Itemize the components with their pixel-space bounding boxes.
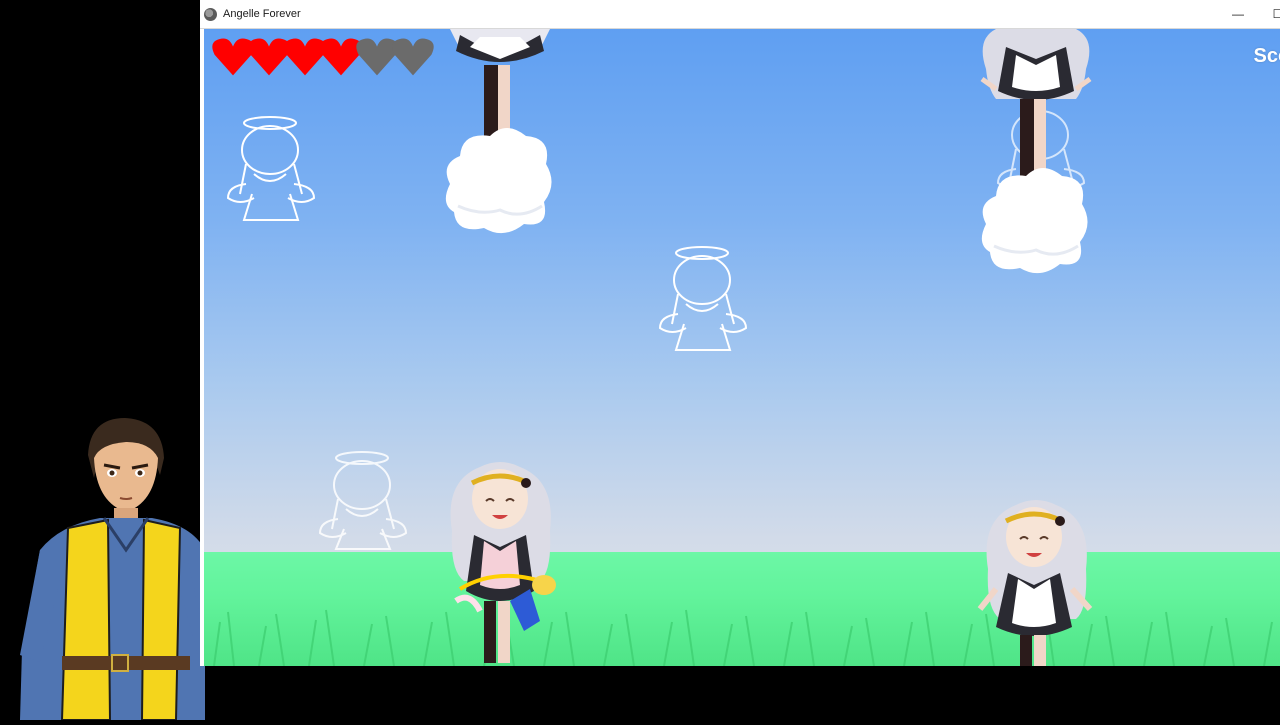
player-sprite[interactable] bbox=[440, 461, 566, 666]
ghost-angel-icon bbox=[318, 451, 408, 550]
grass-ground bbox=[204, 552, 1280, 666]
maid-angel-sprite bbox=[977, 500, 1093, 666]
score-label: Scor bbox=[1253, 45, 1280, 67]
heart-empty-icon bbox=[392, 38, 434, 76]
window-title: Angelle Forever bbox=[223, 8, 301, 20]
maximize-button[interactable]: ☐ bbox=[1258, 0, 1280, 28]
app-icon bbox=[204, 7, 217, 21]
cloud-sprite bbox=[445, 128, 552, 234]
streamer-avatar bbox=[0, 400, 205, 721]
letterbox-bar bbox=[205, 666, 1280, 720]
health-hearts bbox=[210, 34, 434, 80]
ghost-angel-icon bbox=[226, 116, 316, 221]
game-window: Angelle Forever — ☐ Scor bbox=[200, 0, 1280, 666]
cloud-sprite bbox=[981, 168, 1088, 274]
ghost-angel-icon bbox=[658, 246, 748, 351]
minimize-button[interactable]: — bbox=[1218, 0, 1258, 28]
title-bar[interactable]: Angelle Forever — ☐ bbox=[200, 0, 1280, 29]
game-scene[interactable]: Scor bbox=[204, 29, 1280, 666]
